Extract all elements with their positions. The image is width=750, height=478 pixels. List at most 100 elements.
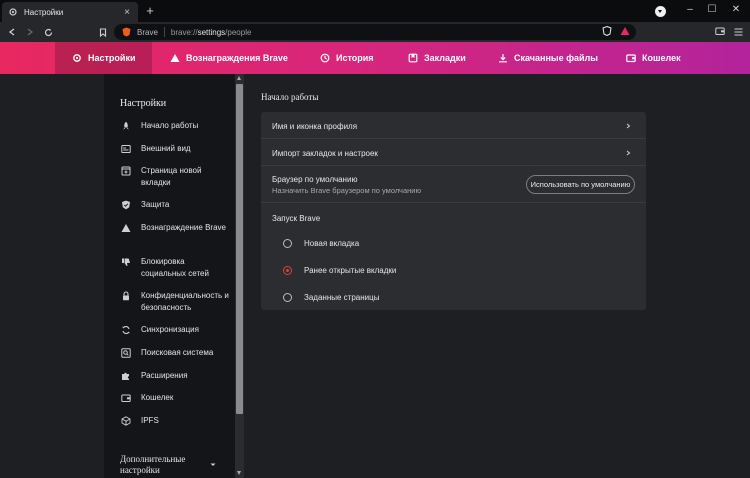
sidebar-item-extensions[interactable]: Расширения: [120, 370, 229, 382]
default-browser-subtitle: Назначить Brave браузером по умолчанию: [272, 186, 422, 195]
cube-icon: [120, 415, 132, 427]
rewards-triangle-icon[interactable]: [620, 26, 630, 36]
close-tab-icon[interactable]: ×: [122, 7, 132, 18]
brave-shields-icon[interactable]: [602, 26, 612, 36]
brave-settings-navbar: Настройки Вознаграждения Brave История З…: [0, 42, 750, 74]
browser-toolbar: Brave brave://settings/people: [0, 22, 750, 42]
sidebar-item-label: Вознаграждение Brave: [141, 223, 226, 232]
nav-rewards[interactable]: Вознаграждения Brave: [170, 42, 288, 74]
brave-shield-icon: [122, 27, 131, 37]
sidebar-item-get-started[interactable]: Начало работы: [120, 120, 229, 132]
sidebar-item-privacy[interactable]: Конфиденциальность и безопасность: [120, 290, 229, 314]
thumbs-down-icon: [120, 256, 132, 268]
launch-brave-title: Запуск Brave: [272, 214, 321, 223]
chevron-right-icon: [626, 123, 631, 129]
profile-row-label: Имя и иконка профиля: [272, 122, 358, 131]
import-row-label: Импорт закладок и настроек: [272, 149, 378, 158]
hamburger-icon: [734, 28, 742, 36]
sidebar-item-sync[interactable]: Синхронизация: [120, 324, 229, 336]
radio-button[interactable]: [283, 293, 292, 302]
radio-option-previous-tabs[interactable]: Ранее открытые вкладки: [283, 266, 396, 275]
sidebar-item-new-tab-page[interactable]: Страница новой вкладки: [120, 165, 229, 189]
sidebar-item-label: Расширения: [141, 371, 188, 380]
radio-option-new-tab[interactable]: Новая вкладка: [283, 239, 359, 248]
puzzle-icon: [120, 370, 132, 382]
nav-wallet[interactable]: Кошелек: [626, 42, 681, 74]
sidebar-item-rewards[interactable]: Вознаграждение Brave: [120, 222, 229, 234]
sidebar-item-search-engine[interactable]: Поисковая система: [120, 347, 229, 359]
close-window-button[interactable]: ✕: [722, 2, 750, 18]
rocket-icon: [120, 120, 132, 132]
download-icon: [498, 53, 508, 63]
sidebar-item-label: Конфиденциальность и безопасность: [141, 291, 229, 312]
radio-option-specific-pages[interactable]: Заданные страницы: [283, 293, 379, 302]
sidebar-title: Настройки: [120, 98, 167, 109]
sync-icon: [120, 324, 132, 336]
radio-label: Заданные страницы: [304, 293, 380, 302]
address-bar[interactable]: Brave brave://settings/people: [114, 24, 636, 40]
lock-icon: [120, 290, 132, 302]
reload-icon: [44, 28, 52, 36]
bookmark-page-button[interactable]: [96, 25, 110, 39]
sidebar-item-label: Синхронизация: [141, 325, 199, 334]
sidebar-item-label: Защита: [141, 200, 170, 209]
nav-settings[interactable]: Настройки: [55, 42, 152, 74]
scroll-up-arrow[interactable]: [237, 76, 241, 80]
sidebar-item-label: Внешний вид: [141, 144, 191, 153]
appearance-icon: [120, 143, 132, 155]
back-button[interactable]: [5, 25, 19, 39]
tab-strip: Настройки × + – ☐ ✕: [0, 0, 750, 22]
settings-sidebar: Настройки Начало работы Внешний вид Стра…: [104, 74, 235, 478]
back-arrow-icon: [8, 28, 15, 36]
reload-button[interactable]: [41, 25, 55, 39]
triangle-icon: [170, 53, 180, 63]
bookmark-icon: [99, 27, 107, 37]
browser-tab[interactable]: Настройки ×: [2, 2, 138, 22]
sidebar-item-ipfs[interactable]: IPFS: [120, 415, 229, 427]
profile-menu-icon[interactable]: [655, 6, 666, 17]
radio-label: Новая вкладка: [304, 239, 360, 248]
sidebar-scrollbar[interactable]: [235, 74, 244, 478]
forward-button[interactable]: [23, 25, 37, 39]
radio-button-selected[interactable]: [283, 266, 292, 275]
sidebar-item-label: Кошелек: [141, 393, 174, 402]
scrollbar-thumb[interactable]: [236, 84, 243, 414]
wallet-icon: [120, 392, 132, 404]
get-started-card: Имя и иконка профиля Импорт закладок и н…: [261, 112, 646, 310]
sidebar-item-social-blocking[interactable]: Блокировка социальных сетей: [120, 256, 229, 280]
sidebar-item-shields[interactable]: Защита: [120, 199, 229, 211]
gear-icon: [8, 7, 18, 17]
address-separator: [163, 27, 165, 37]
scroll-down-arrow[interactable]: [237, 471, 241, 475]
import-row[interactable]: Импорт закладок и настроек: [261, 139, 646, 166]
tab-title: Настройки: [24, 7, 64, 17]
bookmarks-icon: [408, 53, 418, 63]
sidebar-item-label: IPFS: [141, 416, 159, 425]
sidebar-advanced-settings[interactable]: Дополнительные настройки: [120, 454, 200, 476]
nav-bookmarks[interactable]: Закладки: [408, 42, 466, 74]
forward-arrow-icon: [27, 28, 34, 36]
site-name: Brave: [137, 27, 158, 37]
url-text: brave://settings/people: [170, 27, 252, 37]
chevron-down-icon[interactable]: [209, 461, 217, 469]
sidebar-item-label: Начало работы: [141, 121, 199, 130]
search-icon: [120, 347, 132, 359]
history-icon: [320, 53, 330, 63]
new-tab-button[interactable]: +: [144, 4, 156, 17]
radio-button[interactable]: [283, 239, 292, 248]
new-tab-icon: [120, 165, 132, 177]
sidebar-item-label: Блокировка социальных сетей: [141, 257, 209, 278]
gear-icon: [72, 53, 82, 63]
default-browser-title: Браузер по умолчанию: [272, 175, 358, 184]
wallet-icon: [626, 53, 636, 63]
nav-downloads[interactable]: Скачанные файлы: [498, 42, 598, 74]
chevron-right-icon: [626, 150, 631, 156]
rewards-triangle-icon: [120, 222, 132, 234]
sidebar-item-wallet[interactable]: Кошелек: [120, 392, 229, 404]
nav-history[interactable]: История: [320, 42, 374, 74]
profile-row[interactable]: Имя и иконка профиля: [261, 112, 646, 139]
sidebar-item-appearance[interactable]: Внешний вид: [120, 143, 229, 155]
wallet-toolbar-icon[interactable]: [715, 26, 725, 36]
menu-button[interactable]: [731, 25, 745, 39]
make-default-button[interactable]: Использовать по умолчанию: [526, 175, 635, 194]
